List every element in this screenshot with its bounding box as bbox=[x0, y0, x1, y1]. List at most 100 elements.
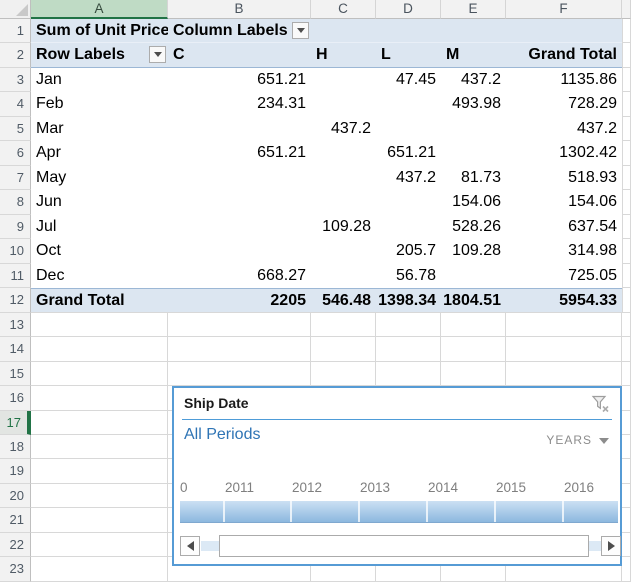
row-header-1[interactable]: 1 bbox=[0, 19, 31, 43]
cell-overflow-16[interactable] bbox=[622, 386, 631, 410]
cell-F12[interactable]: 5954.33 bbox=[506, 288, 622, 312]
column-header-F[interactable]: F bbox=[506, 0, 622, 19]
cell-D8[interactable] bbox=[376, 190, 441, 214]
cell-A6[interactable]: Apr bbox=[31, 141, 168, 165]
select-all-button[interactable] bbox=[0, 0, 31, 19]
cell-overflow-22[interactable] bbox=[622, 533, 631, 557]
row-header-3[interactable]: 3 bbox=[0, 68, 31, 92]
cell-F11[interactable]: 725.05 bbox=[506, 264, 622, 288]
timeline-selection-band[interactable] bbox=[180, 501, 618, 523]
cell-C10[interactable] bbox=[311, 239, 376, 263]
cell-C3[interactable] bbox=[311, 68, 376, 92]
cell-E2[interactable]: M bbox=[441, 43, 506, 67]
cell-B13[interactable] bbox=[168, 313, 311, 337]
cell-E5[interactable] bbox=[441, 117, 506, 141]
cell-E11[interactable] bbox=[441, 264, 506, 288]
column-labels-filter-button[interactable] bbox=[292, 22, 309, 39]
cell-overflow-21[interactable] bbox=[622, 508, 631, 532]
cell-C13[interactable] bbox=[311, 313, 376, 337]
cell-F10[interactable]: 314.98 bbox=[506, 239, 622, 263]
cell-D10[interactable]: 205.7 bbox=[376, 239, 441, 263]
cell-B11[interactable]: 668.27 bbox=[168, 264, 311, 288]
cell-D13[interactable] bbox=[376, 313, 441, 337]
cell-A15[interactable] bbox=[31, 362, 168, 386]
cell-C11[interactable] bbox=[311, 264, 376, 288]
cell-A10[interactable]: Oct bbox=[31, 239, 168, 263]
cell-F9[interactable]: 637.54 bbox=[506, 215, 622, 239]
cell-D2[interactable]: L bbox=[376, 43, 441, 67]
cell-B14[interactable] bbox=[168, 337, 311, 361]
cell-A5[interactable]: Mar bbox=[31, 117, 168, 141]
cell-A13[interactable] bbox=[31, 313, 168, 337]
row-header-8[interactable]: 8 bbox=[0, 190, 31, 214]
column-header-B[interactable]: B bbox=[168, 0, 311, 19]
cell-C9[interactable]: 109.28 bbox=[311, 215, 376, 239]
cell-A21[interactable] bbox=[31, 508, 168, 532]
row-header-9[interactable]: 9 bbox=[0, 215, 31, 239]
timeline-scroll-right-button[interactable] bbox=[601, 536, 621, 556]
cell-A12[interactable]: Grand Total bbox=[31, 288, 168, 312]
cell-B1[interactable]: Column Labels bbox=[168, 19, 311, 43]
cell-F1[interactable] bbox=[506, 19, 622, 43]
cell-C6[interactable] bbox=[311, 141, 376, 165]
cell-C5[interactable]: 437.2 bbox=[311, 117, 376, 141]
cell-overflow-23[interactable] bbox=[622, 557, 631, 581]
cell-E4[interactable]: 493.98 bbox=[441, 92, 506, 116]
row-header-14[interactable]: 14 bbox=[0, 337, 31, 361]
column-header-A[interactable]: A bbox=[31, 0, 168, 19]
cell-overflow-20[interactable] bbox=[622, 484, 631, 508]
row-header-6[interactable]: 6 bbox=[0, 141, 31, 165]
cell-F8[interactable]: 154.06 bbox=[506, 190, 622, 214]
cell-D9[interactable] bbox=[376, 215, 441, 239]
cell-E12[interactable]: 1804.51 bbox=[441, 288, 506, 312]
cell-D14[interactable] bbox=[376, 337, 441, 361]
cell-F2[interactable]: Grand Total bbox=[506, 43, 622, 67]
cell-F7[interactable]: 518.93 bbox=[506, 166, 622, 190]
cell-B3[interactable]: 651.21 bbox=[168, 68, 311, 92]
cell-C1[interactable] bbox=[311, 19, 376, 43]
cell-E1[interactable] bbox=[441, 19, 506, 43]
cell-A8[interactable]: Jun bbox=[31, 190, 168, 214]
cell-overflow-15[interactable] bbox=[622, 362, 631, 386]
cell-overflow-19[interactable] bbox=[622, 459, 631, 483]
cell-D1[interactable] bbox=[376, 19, 441, 43]
cell-D4[interactable] bbox=[376, 92, 441, 116]
cell-overflow-14[interactable] bbox=[622, 337, 631, 361]
row-header-11[interactable]: 11 bbox=[0, 264, 31, 288]
cell-D6[interactable]: 651.21 bbox=[376, 141, 441, 165]
cell-overflow-6[interactable] bbox=[622, 141, 631, 165]
cell-overflow-7[interactable] bbox=[622, 166, 631, 190]
chevron-down-icon[interactable] bbox=[599, 438, 609, 444]
column-header-partial[interactable] bbox=[622, 0, 631, 19]
cell-overflow-17[interactable] bbox=[622, 411, 631, 435]
cell-E10[interactable]: 109.28 bbox=[441, 239, 506, 263]
cell-C14[interactable] bbox=[311, 337, 376, 361]
row-header-16[interactable]: 16 bbox=[0, 386, 31, 410]
row-labels-filter-button[interactable] bbox=[149, 46, 166, 63]
cell-overflow-10[interactable] bbox=[622, 239, 631, 263]
row-header-12[interactable]: 12 bbox=[0, 288, 31, 312]
cell-E14[interactable] bbox=[441, 337, 506, 361]
cell-A23[interactable] bbox=[31, 557, 168, 581]
cell-B12[interactable]: 2205 bbox=[168, 288, 311, 312]
cell-overflow-13[interactable] bbox=[622, 313, 631, 337]
cell-F15[interactable] bbox=[506, 362, 622, 386]
timeline-scroll-left-button[interactable] bbox=[180, 536, 200, 556]
cell-B10[interactable] bbox=[168, 239, 311, 263]
row-header-22[interactable]: 22 bbox=[0, 533, 31, 557]
cell-D5[interactable] bbox=[376, 117, 441, 141]
cell-A7[interactable]: May bbox=[31, 166, 168, 190]
cell-A18[interactable] bbox=[31, 435, 168, 459]
row-header-7[interactable]: 7 bbox=[0, 166, 31, 190]
cell-B5[interactable] bbox=[168, 117, 311, 141]
cell-A2[interactable]: Row Labels bbox=[31, 43, 168, 67]
cell-A16[interactable] bbox=[31, 386, 168, 410]
column-header-D[interactable]: D bbox=[376, 0, 441, 19]
timeline-scroll-track-left[interactable] bbox=[201, 541, 219, 551]
cell-B4[interactable]: 234.31 bbox=[168, 92, 311, 116]
cell-overflow-18[interactable] bbox=[622, 435, 631, 459]
cell-E7[interactable]: 81.73 bbox=[441, 166, 506, 190]
cell-D3[interactable]: 47.45 bbox=[376, 68, 441, 92]
row-header-5[interactable]: 5 bbox=[0, 117, 31, 141]
cell-A14[interactable] bbox=[31, 337, 168, 361]
